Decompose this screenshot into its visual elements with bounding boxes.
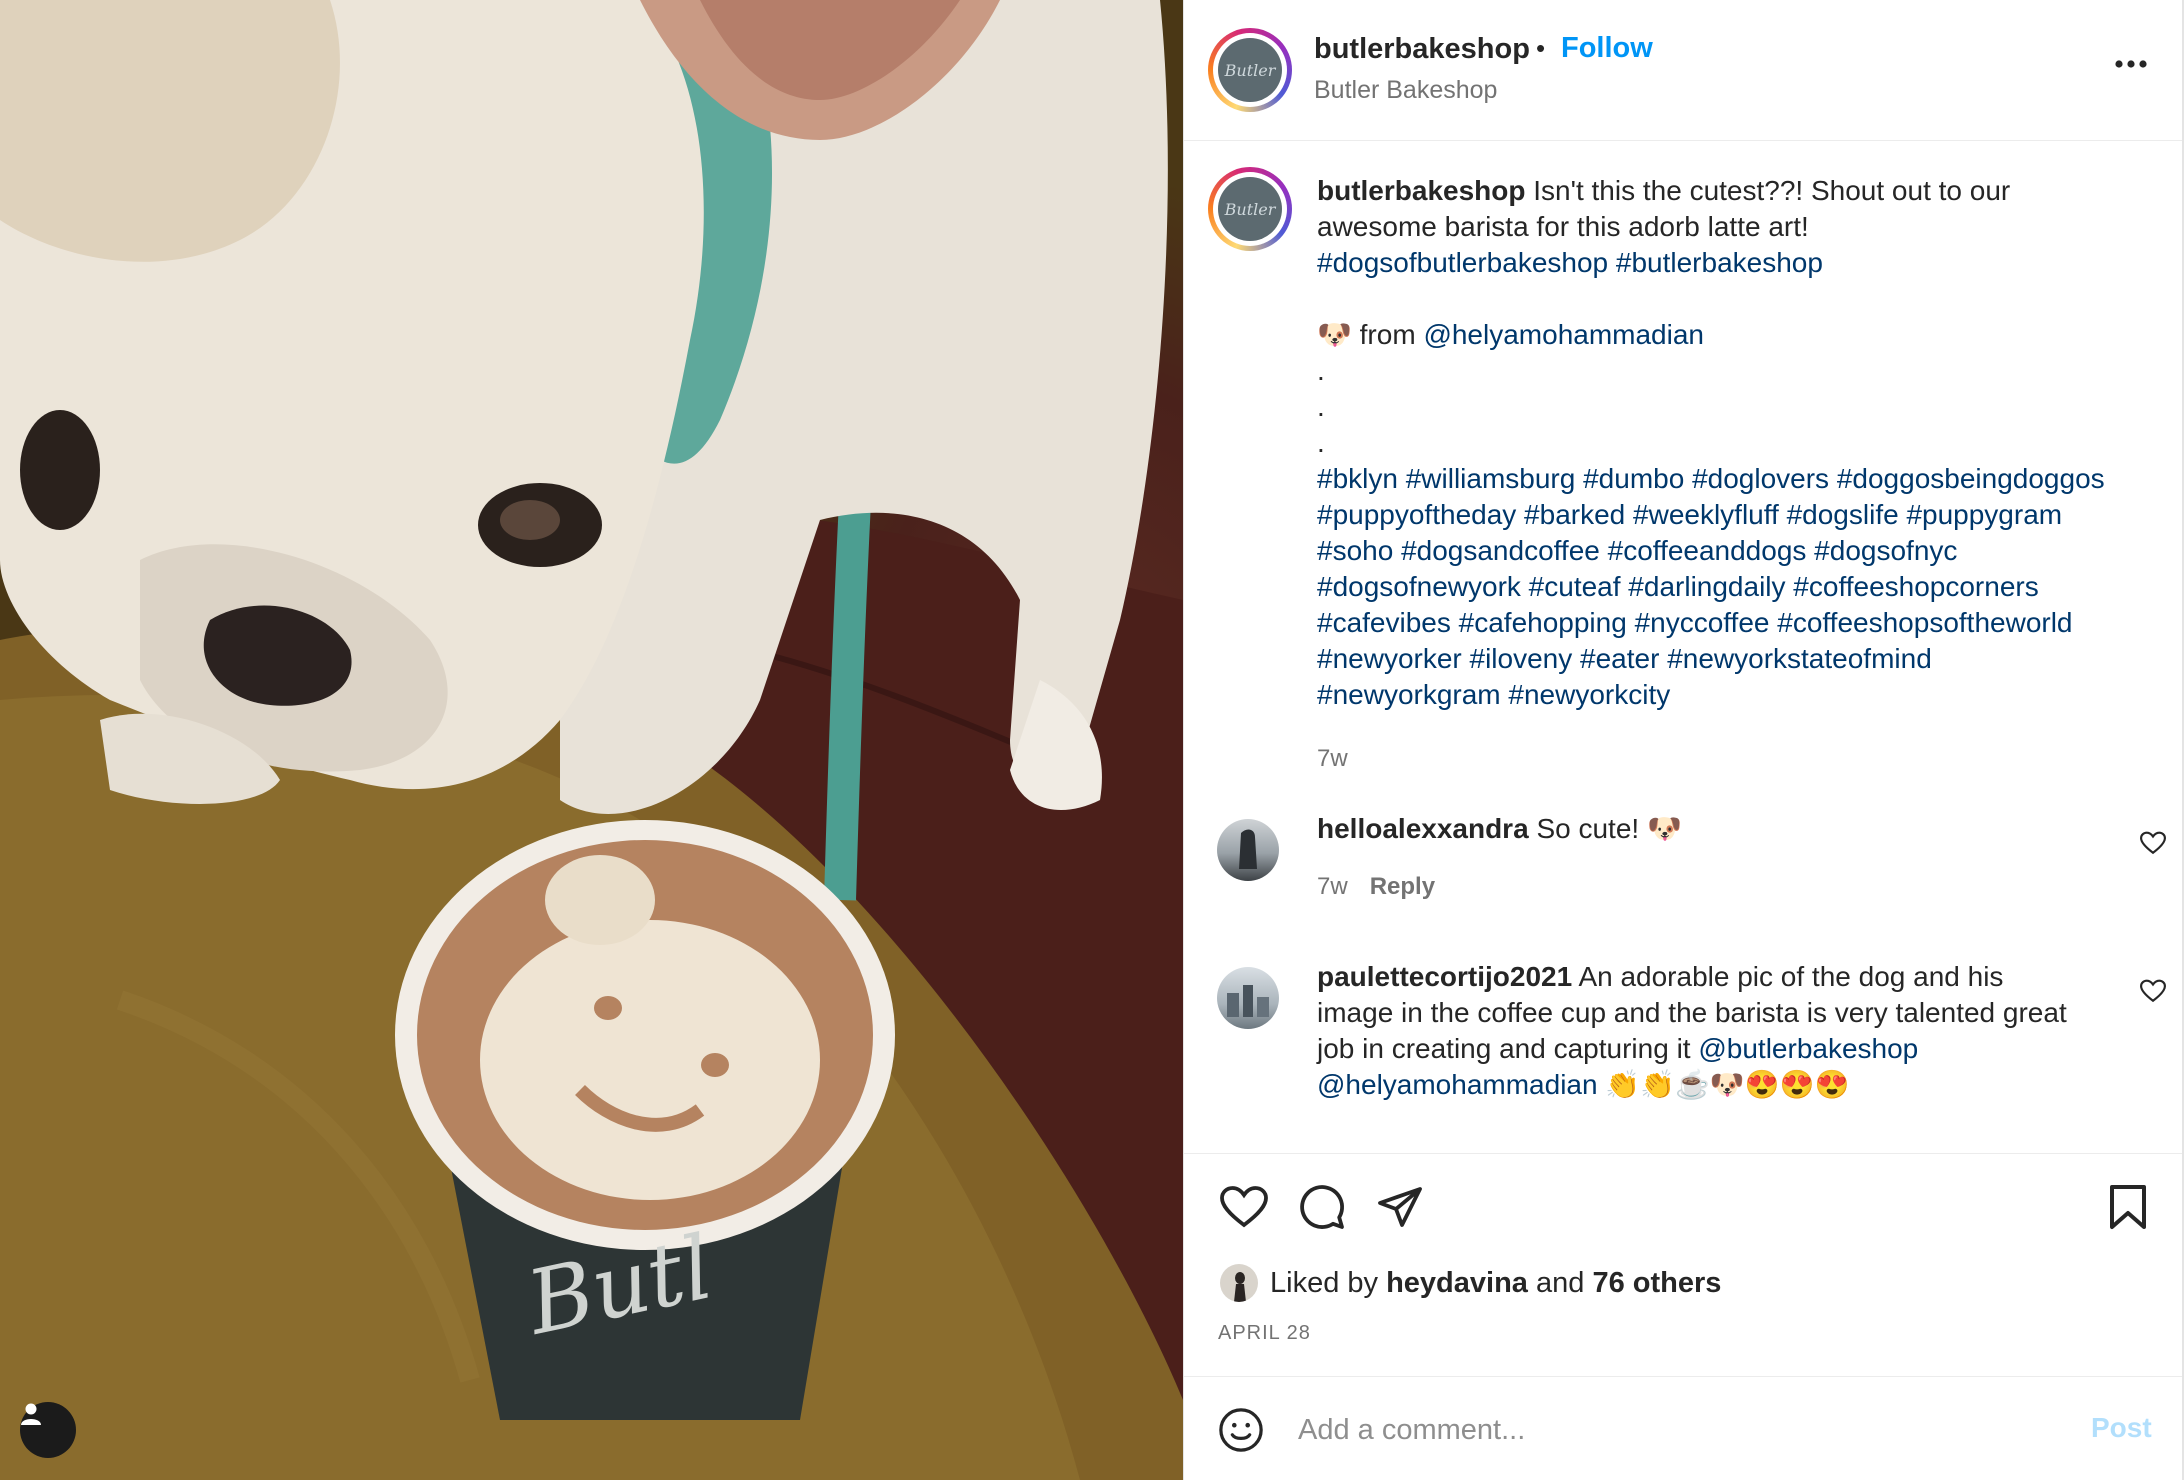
comment-input[interactable] (1296, 1404, 2040, 1456)
comment-meta: 7w Reply (1317, 873, 1435, 901)
caption-username[interactable]: butlerbakeshop (1317, 175, 1525, 206)
liker-avatar[interactable] (1220, 1264, 1258, 1302)
comment-body: helloalexxandra So cute! 🐶 (1317, 811, 2077, 847)
and-label: and (1535, 1266, 1585, 1299)
reply-button[interactable]: Reply (1370, 873, 1435, 900)
comment-box-divider (1184, 1376, 2182, 1377)
caption-hashtags-top[interactable]: #dogsofbutlerbakeshop #butlerbakeshop (1317, 245, 2117, 281)
comment-emojis: 👏👏☕🐶😍😍😍 (1605, 1069, 1850, 1100)
comment-bubble-icon[interactable] (1298, 1183, 1346, 1236)
comments-list[interactable]: Butler butlerbakeshop Isn't this the cut… (1184, 141, 2182, 1153)
caption: butlerbakeshop Isn't this the cutest??! … (1317, 173, 2117, 713)
caption-mention[interactable]: @helyamohammadian (1423, 319, 1704, 350)
from-label: from (1359, 319, 1416, 350)
caption-hashtags-bottom[interactable]: #bklyn #williamsburg #dumbo #doglovers #… (1317, 461, 2117, 713)
comment-avatar[interactable] (1217, 819, 1279, 881)
comment-like-heart-icon[interactable] (2139, 831, 2167, 860)
emoji-smile-icon[interactable] (1218, 1407, 1264, 1458)
comment-like-heart-icon[interactable] (2139, 979, 2167, 1008)
comment-body: paulettecortijo2021 An adorable pic of t… (1317, 959, 2077, 1103)
post-date[interactable]: APRIL 28 (1218, 1322, 1311, 1345)
comment-text: So cute! 🐶 (1536, 813, 1682, 844)
comment-timestamp[interactable]: 7w (1317, 873, 1348, 900)
follow-button[interactable]: Follow (1561, 32, 1653, 65)
post-details-panel: Butler butlerbakeshop • Follow Butler Ba… (1183, 0, 2184, 1480)
likes-summary[interactable]: Liked by heydavina and 76 others (1220, 1264, 1721, 1302)
like-heart-icon[interactable] (1220, 1185, 1268, 1234)
caption-dot: . (1317, 355, 1325, 386)
likes-count[interactable]: 76 others (1592, 1267, 1721, 1300)
caption-dot: . (1317, 427, 1325, 458)
comment-username[interactable]: paulettecortijo2021 (1317, 961, 1572, 992)
header-avatar[interactable]: Butler (1208, 28, 1292, 112)
comment-avatar[interactable] (1217, 967, 1279, 1029)
liked-by-label: Liked by (1270, 1266, 1379, 1299)
save-bookmark-icon[interactable] (2106, 1183, 2150, 1236)
header-location[interactable]: Butler Bakeshop (1314, 76, 1497, 105)
post-photo[interactable]: Butl (0, 0, 1183, 1480)
photo-illustration: Butl (0, 0, 1183, 1480)
comment-mention[interactable]: @helyamohammadian (1317, 1069, 1598, 1100)
comment-username[interactable]: helloalexxandra (1317, 813, 1529, 844)
comment-mention[interactable]: @butlerbakeshop (1698, 1033, 1918, 1064)
caption-timestamp[interactable]: 7w (1317, 745, 1348, 773)
separator-dot: • (1536, 33, 1546, 63)
avatar-logo-text: Butler (1224, 199, 1276, 219)
share-paper-plane-icon[interactable] (1376, 1183, 1424, 1236)
avatar-logo-text: Butler (1224, 60, 1276, 80)
caption-dot: . (1317, 391, 1325, 422)
actions-divider (1184, 1153, 2182, 1154)
caption-avatar[interactable]: Butler (1208, 167, 1292, 251)
dog-emoji: 🐶 (1317, 319, 1352, 350)
user-tag-icon[interactable] (20, 1402, 76, 1458)
post-comment-button[interactable]: Post (2091, 1412, 2152, 1444)
person-glyph (21, 1403, 41, 1425)
header-username[interactable]: butlerbakeshop (1314, 33, 1530, 66)
liker-username[interactable]: heydavina (1386, 1267, 1528, 1300)
more-options-icon[interactable] (2114, 56, 2148, 74)
